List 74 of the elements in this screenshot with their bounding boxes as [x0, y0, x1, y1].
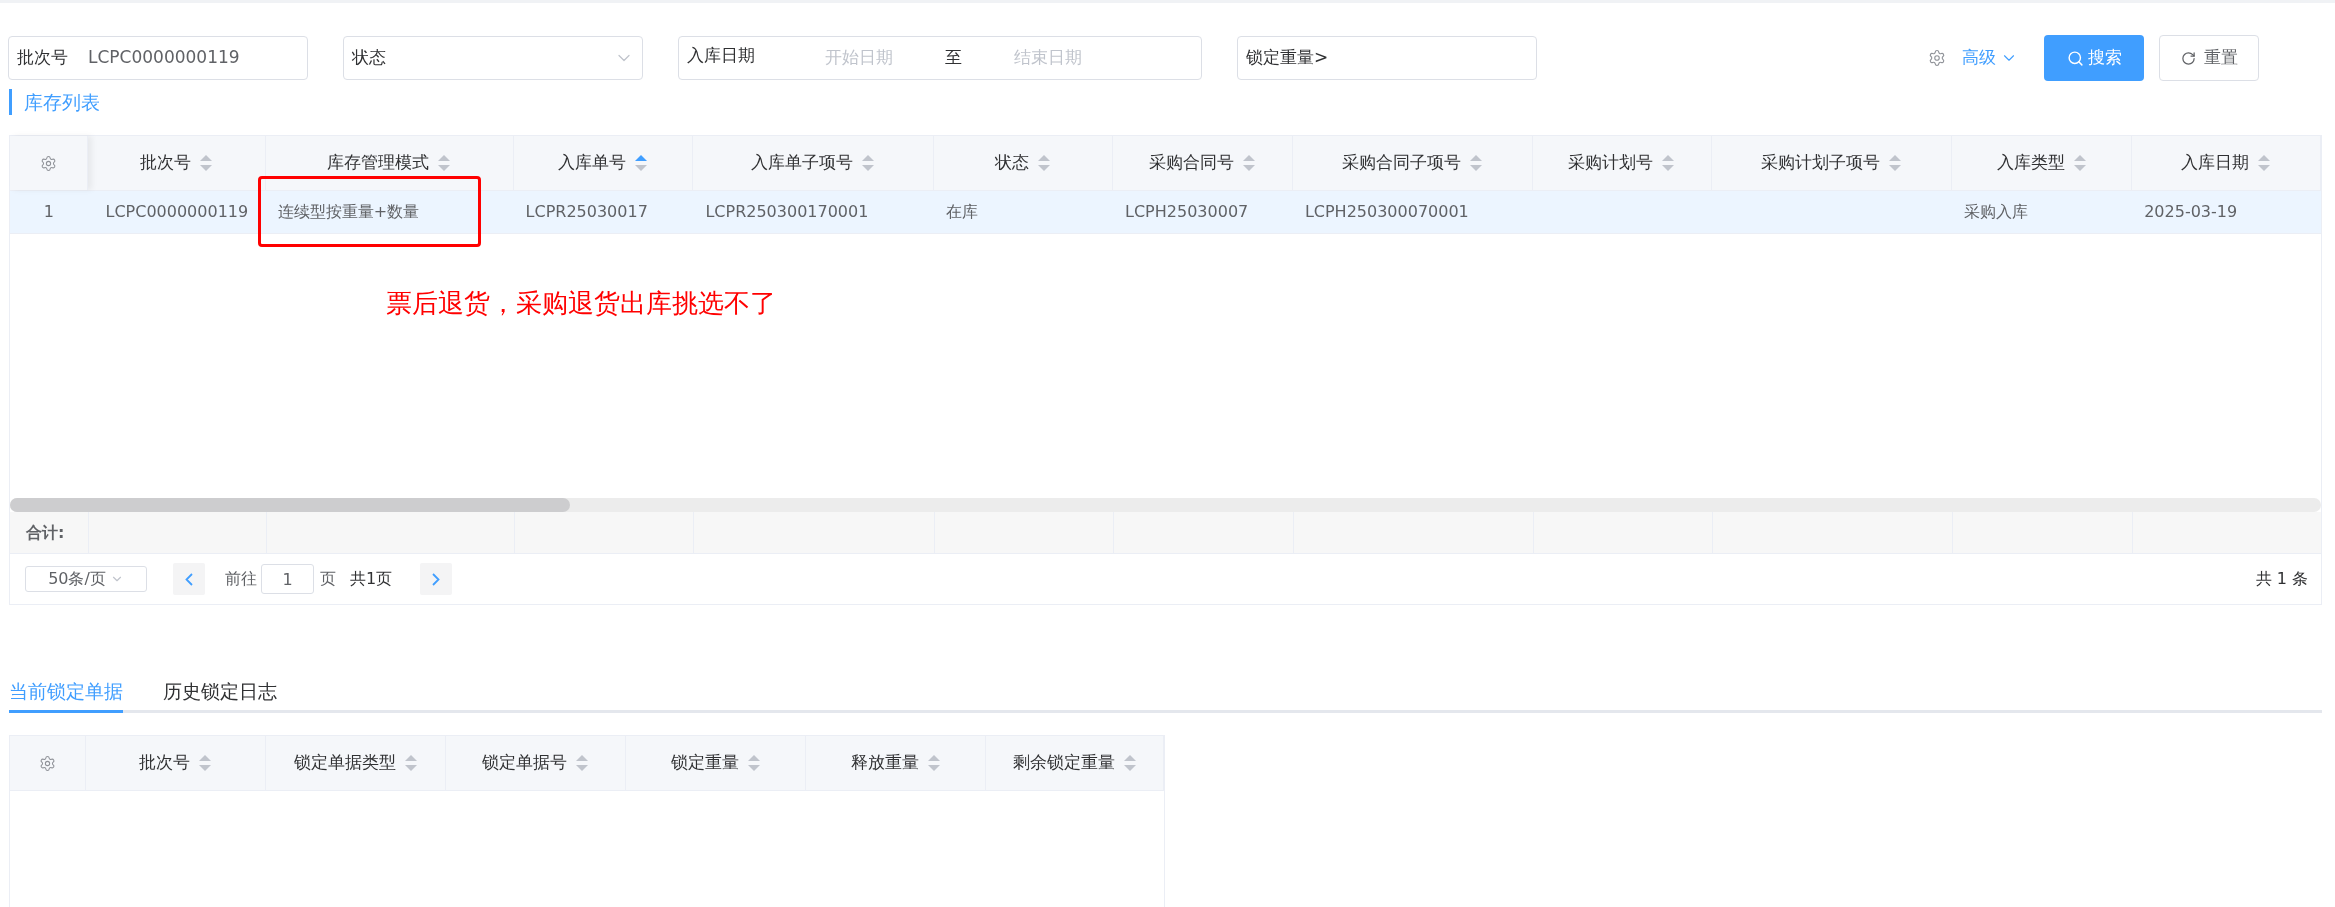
column-header[interactable]: 入库日期	[2132, 136, 2321, 190]
annotation-text: 票后退货，采购退货出库挑选不了	[386, 287, 776, 320]
total-count: 共 1 条	[2255, 568, 2308, 590]
column-header[interactable]: 剩余锁定重量	[986, 736, 1164, 790]
column-settings-icon[interactable]	[39, 754, 56, 772]
sort-icon[interactable]	[1241, 154, 1256, 172]
column-header[interactable]: 入库单子项号	[693, 136, 935, 190]
page-count: 共1页	[350, 568, 393, 590]
sort-icon[interactable]	[634, 154, 648, 172]
field-input[interactable]: LCPC0000000119	[88, 45, 299, 71]
column-header[interactable]: 锁定单据类型	[266, 736, 446, 790]
sort-icon[interactable]	[746, 754, 761, 772]
horizontal-scrollbar[interactable]	[10, 498, 2321, 512]
column-header[interactable]: 采购计划子项号	[1711, 136, 1953, 190]
column-header[interactable]: 入库类型	[1952, 136, 2133, 190]
sort-icon[interactable]	[2257, 154, 2272, 172]
page-input[interactable]: 1	[261, 564, 314, 594]
table-cell-text: 连续型按重量+数量	[277, 201, 420, 223]
table-cell-text: LCPH250300070001	[1304, 201, 1469, 223]
column-settings-icon[interactable]	[39, 154, 57, 172]
table-cell-text: LCPR25030017	[525, 201, 648, 223]
sort-icon[interactable]	[1122, 754, 1137, 772]
row-number: 1	[42, 201, 56, 223]
table-cell-text: LCPR250300170001	[705, 201, 869, 223]
column-header[interactable]: 采购计划号	[1532, 136, 1712, 190]
settings-icon[interactable]	[1928, 49, 1946, 67]
goto-label: 前往	[225, 568, 257, 590]
page-size-select[interactable]: 50条/页	[25, 566, 147, 592]
sort-icon[interactable]	[198, 754, 212, 772]
sort-icon[interactable]	[575, 754, 589, 772]
column-header[interactable]: 采购合同子项号	[1292, 136, 1533, 190]
column-header[interactable]: 采购合同号	[1113, 136, 1293, 190]
filter-field[interactable]: 锁定重量>	[1237, 36, 1537, 80]
column-header[interactable]: 入库单号	[513, 136, 694, 190]
reset-button[interactable]: 重置	[2159, 35, 2259, 81]
field-label: 入库日期	[687, 44, 755, 67]
sort-icon[interactable]	[403, 754, 418, 772]
page-unit: 页	[320, 568, 336, 590]
column-header[interactable]: 库存管理模式	[265, 136, 514, 190]
chevron-right-icon	[432, 572, 441, 586]
table-cell-text: LCPC0000000119	[105, 201, 249, 223]
table-cell-text: 2025-03-19	[2144, 201, 2238, 223]
sort-icon[interactable]	[861, 154, 876, 172]
column-header[interactable]: 锁定重量	[626, 736, 806, 790]
table-cell-text: LCPH25030007	[1125, 201, 1249, 223]
sort-icon[interactable]	[926, 754, 941, 772]
sort-icon[interactable]	[1037, 154, 1052, 172]
previous-page-button[interactable]	[173, 563, 205, 595]
refresh-icon	[2180, 50, 2196, 66]
column-header[interactable]: 释放重量	[806, 736, 986, 790]
sort-icon[interactable]	[1468, 154, 1483, 172]
sort-icon[interactable]	[198, 154, 213, 172]
sort-icon[interactable]	[437, 154, 452, 172]
next-page-button[interactable]	[420, 563, 453, 595]
column-header[interactable]: 状态	[934, 136, 1114, 190]
field-label: 锁定重量>	[1246, 46, 1329, 70]
total-label: 合计:	[25, 521, 66, 544]
status-select[interactable]: 状态	[343, 36, 643, 80]
table-cell-text: 在库	[946, 201, 979, 223]
tab[interactable]: 历史锁定日志	[163, 673, 277, 713]
section-title: 库存列表	[9, 89, 100, 115]
column-header[interactable]: 批次号	[86, 736, 266, 790]
range-separator: 至	[945, 46, 962, 70]
sort-icon[interactable]	[2072, 154, 2087, 172]
sort-icon[interactable]	[1661, 154, 1676, 172]
chevron-left-icon	[185, 572, 193, 586]
column-header[interactable]: 锁定单据号	[446, 736, 626, 790]
table-row[interactable]: 1 LCPC0000000119 连续型按重量+数量 LCPR25030017 LCPR250300170001 在库 LCPH25030007 LCPH250300070001 采购入库 2025-03-19	[10, 191, 2321, 234]
sort-icon[interactable]	[1887, 154, 1902, 172]
field-label: 批次号	[17, 46, 68, 70]
filter-field[interactable]: 批次号 LCPC0000000119	[8, 36, 308, 80]
table-cell-text: 采购入库	[1964, 201, 2029, 223]
column-header[interactable]: 批次号	[87, 136, 266, 190]
search-icon	[2066, 49, 2084, 67]
